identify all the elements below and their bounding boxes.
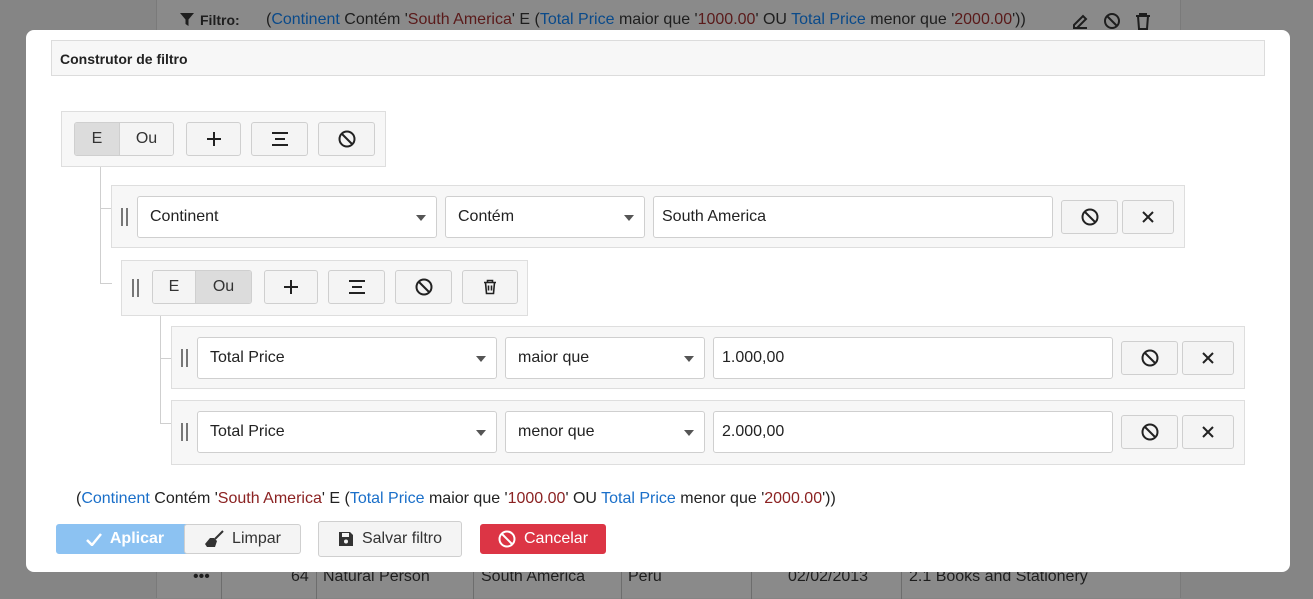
sub-and-button[interactable]: E [153,271,195,303]
summary-segment-plain: ' OU [565,490,602,507]
rule1-disable-button[interactable] [1061,200,1118,234]
filter-label: Filtro: [180,12,240,28]
chevron-down-icon [476,430,486,436]
rule1-value-input[interactable]: South America [653,196,1053,238]
check-icon [85,532,102,546]
sub-rule1-operator-select[interactable]: maior que [505,337,705,379]
root-and-button[interactable]: E [75,123,119,155]
modal-title: Construtor de filtro [51,40,1265,76]
chevron-down-icon [416,215,426,221]
ban-icon [338,130,355,148]
filter-builder-modal: Construtor de filtro E Ou Continent Cont… [26,30,1290,572]
close-icon [1202,352,1214,364]
tree-connector [100,283,112,284]
ban-icon [1081,208,1098,226]
bg-expr-segment-plain: maior que ' [614,11,698,28]
plus-icon [284,280,298,294]
cancel-button[interactable]: Cancelar [480,524,606,554]
sub-disable-button[interactable] [395,270,452,304]
drag-handle-icon[interactable] [121,208,128,226]
save-filter-button[interactable]: Salvar filtro [318,521,462,557]
bg-expr-segment-plain: Contém ' [339,11,408,28]
bg-expr-segment-value: 2000.00 [954,11,1013,28]
sub-rule2-field-select[interactable]: Total Price [197,411,497,453]
chevron-down-icon [684,430,694,436]
floppy-disk-icon [338,532,353,546]
rule1-field-select[interactable]: Continent [137,196,437,238]
filter-summary: (Continent Contém 'South America' E (Tot… [76,490,836,508]
background-filter-tools [1071,12,1151,30]
chevron-down-icon [476,356,486,362]
sub-rule2-remove-button[interactable] [1182,415,1234,449]
drag-handle-icon[interactable] [181,423,188,441]
background-filter-bar: Filtro: (Continent Contém 'South America… [156,0,1181,31]
ban-icon [415,278,432,296]
close-icon [1202,426,1214,438]
root-disable-button[interactable] [318,122,375,156]
drag-handle-icon[interactable] [181,349,188,367]
summary-segment-field: Total Price [601,490,676,507]
edit-icon[interactable] [1071,12,1089,30]
summary-segment-value: 1000.00 [507,490,566,507]
funnel-icon [180,13,194,26]
sub-rule1-disable-button[interactable] [1121,341,1178,375]
chevron-down-icon [684,356,694,362]
sub-rule2-disable-button[interactable] [1121,415,1178,449]
root-add-rule-button[interactable] [186,122,241,156]
summary-segment-plain: menor que ' [675,490,765,507]
summary-segment-value: South America [217,490,322,507]
summary-segment-plain: Contém ' [149,490,218,507]
drag-handle-icon[interactable] [132,279,139,297]
sub-rule2-operator-select[interactable]: menor que [505,411,705,453]
bg-expr-segment-value: 1000.00 [697,11,756,28]
summary-segment-field: Total Price [349,490,425,507]
tree-connector [100,167,101,284]
sub-rule2-value-input[interactable]: 2.000,00 [713,411,1113,453]
bg-expr-segment-field: Continent [271,11,340,28]
summary-segment-value: 2000.00 [764,490,823,507]
sub-rule1-field-select[interactable]: Total Price [197,337,497,379]
ban-icon [1141,349,1158,367]
summary-segment-field: Continent [81,490,150,507]
sub-add-group-button[interactable] [328,270,385,304]
sub-or-button[interactable]: Ou [195,271,251,303]
bg-expr-segment-plain: ' E ( [511,11,540,28]
tree-connector [160,302,161,424]
bg-expr-segment-value: South America [407,11,512,28]
broom-icon [205,530,224,547]
align-center-icon [348,280,365,294]
ban-icon[interactable] [1103,12,1121,30]
summary-segment-plain: ')) [822,490,836,507]
summary-segment-plain: ' E ( [321,490,350,507]
bg-expr-segment-field: Total Price [539,11,615,28]
ban-icon [1141,423,1158,441]
close-icon [1142,211,1154,223]
trash-icon[interactable] [1135,12,1151,30]
root-and-or-toggle[interactable]: E Ou [74,122,174,156]
align-center-icon [271,132,288,146]
bg-expr-segment-plain: menor que ' [865,11,955,28]
background-filter-expression: (Continent Contém 'South America' E (Tot… [266,11,1026,29]
root-or-button[interactable]: Ou [119,123,173,155]
plus-icon [206,132,221,146]
bg-expr-segment-plain: ')) [1012,11,1026,28]
sub-add-rule-button[interactable] [264,270,318,304]
bg-expr-segment-field: Total Price [791,11,866,28]
clear-button[interactable]: Limpar [184,524,301,554]
ban-icon [498,530,516,548]
rule1-operator-select[interactable]: Contém [445,196,645,238]
trash-icon [484,279,496,295]
bg-expr-segment-plain: ' OU [755,11,792,28]
apply-button[interactable]: Aplicar [56,524,194,554]
sub-rule1-value-input[interactable]: 1.000,00 [713,337,1113,379]
sub-rule1-remove-button[interactable] [1182,341,1234,375]
summary-segment-plain: maior que ' [424,490,508,507]
rule1-remove-button[interactable] [1122,200,1174,234]
root-add-group-button[interactable] [251,122,308,156]
sub-and-or-toggle[interactable]: E Ou [152,270,252,304]
sub-delete-group-button[interactable] [462,270,518,304]
chevron-down-icon [624,215,634,221]
